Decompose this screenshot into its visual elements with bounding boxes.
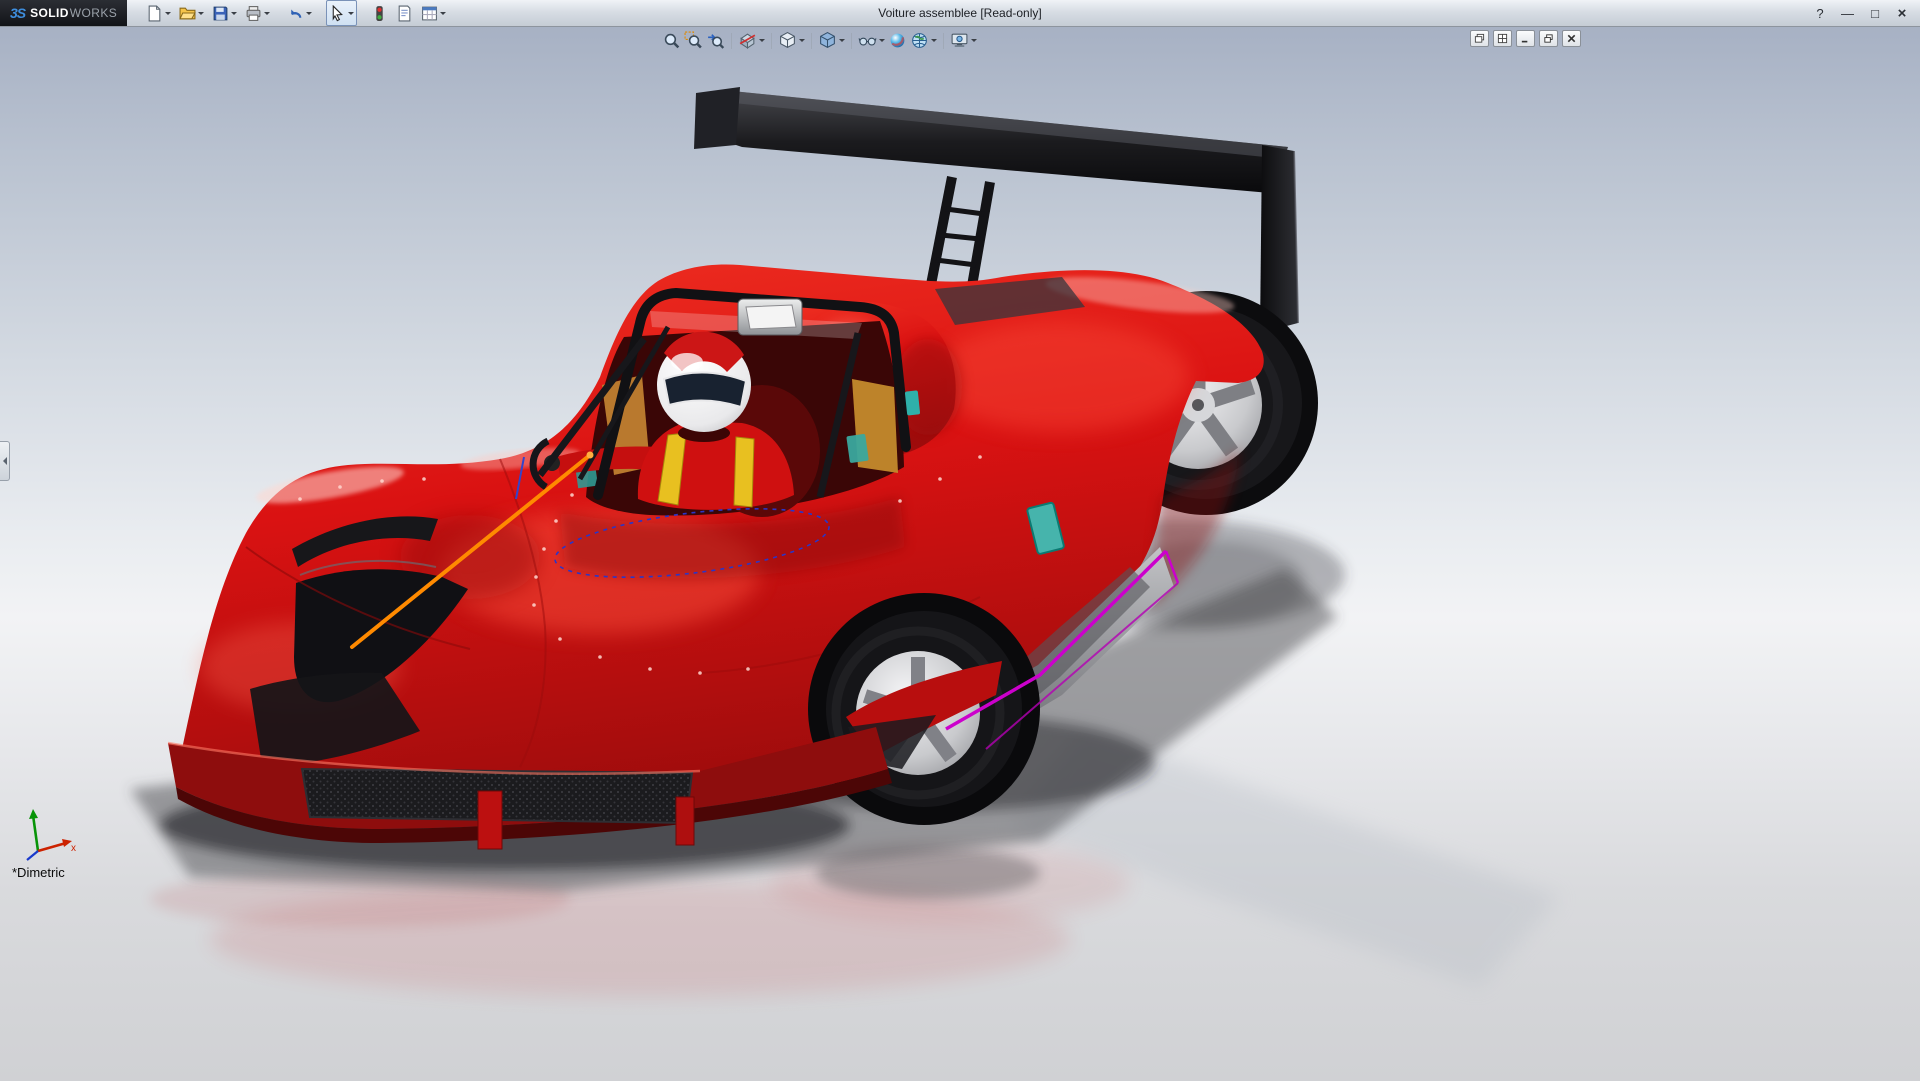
headsup-view-toolbar xyxy=(655,28,984,53)
orientation-triad: x xyxy=(14,801,80,870)
dropdown-arrow-icon[interactable] xyxy=(306,12,312,15)
file-properties-button[interactable] xyxy=(393,0,416,26)
section-view-icon xyxy=(738,31,757,50)
toolbar-separator xyxy=(851,33,852,49)
featuremanager-collapse-tab[interactable] xyxy=(0,441,10,481)
restore-doc-button[interactable] xyxy=(1539,30,1558,47)
restore-doc-icon xyxy=(1543,33,1554,44)
zoom-to-fit-button[interactable] xyxy=(661,30,682,51)
new-document-button[interactable] xyxy=(143,0,174,26)
dropdown-arrow-icon[interactable] xyxy=(198,12,204,15)
dropdown-arrow-icon[interactable] xyxy=(440,12,446,15)
titlebar: 3S SOLID WORKS Voiture assemblee [Read-o… xyxy=(0,0,1920,27)
dropdown-arrow-icon[interactable] xyxy=(971,39,977,42)
toolbar-separator xyxy=(811,33,812,49)
harness-strap xyxy=(734,437,754,507)
rebuild-icon xyxy=(371,5,388,22)
apply-scene-button[interactable] xyxy=(909,30,938,51)
options-icon xyxy=(421,5,438,22)
view-orientation-label: *Dimetric xyxy=(12,865,65,880)
close-icon[interactable]: × xyxy=(1896,5,1908,22)
edit-appearance-button[interactable] xyxy=(887,30,908,51)
minimize-icon[interactable]: — xyxy=(1841,6,1854,21)
triad-x-label: x xyxy=(71,843,76,854)
view-settings-button[interactable] xyxy=(949,30,978,51)
section-view-button[interactable] xyxy=(737,30,766,51)
maximize-icon[interactable]: □ xyxy=(1869,6,1881,21)
save-button[interactable] xyxy=(209,0,240,26)
display-style-icon xyxy=(818,31,837,50)
dropdown-arrow-icon[interactable] xyxy=(759,39,765,42)
previous-view-icon xyxy=(706,31,725,50)
graphics-area[interactable]: x *Dimetric xyxy=(0,27,1920,1081)
tile-button[interactable] xyxy=(1493,30,1512,47)
undo-icon xyxy=(287,5,304,22)
display-style-button[interactable] xyxy=(817,30,846,51)
minimize-doc-button[interactable] xyxy=(1516,30,1535,47)
view-orientation-button[interactable] xyxy=(777,30,806,51)
toolbar-separator xyxy=(731,33,732,49)
select-button[interactable] xyxy=(326,0,357,26)
close-doc-button[interactable] xyxy=(1562,30,1581,47)
options-button[interactable] xyxy=(418,0,449,26)
previous-view-button[interactable] xyxy=(705,30,726,51)
view-settings-icon xyxy=(950,31,969,50)
edit-appearance-icon xyxy=(888,31,907,50)
logo-text-works: WORKS xyxy=(70,6,117,20)
undo-button[interactable] xyxy=(284,0,315,26)
view-orientation-icon xyxy=(778,31,797,50)
toolbar-separator xyxy=(275,13,282,14)
dropdown-arrow-icon[interactable] xyxy=(348,12,354,15)
window-controls: ? — □ × xyxy=(1814,5,1920,22)
tile-icon xyxy=(1497,33,1508,44)
help-icon[interactable]: ? xyxy=(1814,6,1826,21)
dassault-logo-icon: 3S xyxy=(10,5,25,21)
zoom-to-area-icon xyxy=(684,31,703,50)
window-title: Voiture assemblee [Read-only] xyxy=(878,6,1041,20)
rebuild-button[interactable] xyxy=(368,0,391,26)
zoom-to-area-button[interactable] xyxy=(683,30,704,51)
logo-text-solid: SOLID xyxy=(30,6,69,20)
toolbar-separator xyxy=(317,13,324,14)
cascade-icon xyxy=(1474,33,1485,44)
print-icon xyxy=(245,5,262,22)
open-button[interactable] xyxy=(176,0,207,26)
main-toolbar xyxy=(143,0,449,26)
print-button[interactable] xyxy=(242,0,273,26)
close-doc-icon xyxy=(1566,33,1577,44)
dropdown-arrow-icon[interactable] xyxy=(264,12,270,15)
helmet[interactable] xyxy=(657,332,751,432)
open-icon xyxy=(179,5,196,22)
select-icon xyxy=(329,5,346,22)
3d-scene[interactable] xyxy=(0,27,1920,1081)
toolbar-separator xyxy=(943,33,944,49)
dropdown-arrow-icon[interactable] xyxy=(931,39,937,42)
dropdown-arrow-icon[interactable] xyxy=(839,39,845,42)
dropdown-arrow-icon[interactable] xyxy=(165,12,171,15)
solidworks-logo: 3S SOLID WORKS xyxy=(0,0,127,26)
save-icon xyxy=(212,5,229,22)
dropdown-arrow-icon[interactable] xyxy=(799,39,805,42)
toolbar-separator xyxy=(771,33,772,49)
dropdown-arrow-icon[interactable] xyxy=(879,39,885,42)
file-properties-icon xyxy=(396,5,413,22)
apply-scene-icon xyxy=(910,31,929,50)
toolbar-separator xyxy=(359,13,366,14)
mirror-face xyxy=(746,305,796,329)
minimize-doc-icon xyxy=(1520,33,1531,44)
cascade-button[interactable] xyxy=(1470,30,1489,47)
dropdown-arrow-icon[interactable] xyxy=(231,12,237,15)
new-document-icon xyxy=(146,5,163,22)
document-window-controls xyxy=(1470,30,1581,47)
hide-show-items-icon xyxy=(858,31,877,50)
zoom-to-fit-icon xyxy=(662,31,681,50)
hide-show-items-button[interactable] xyxy=(857,30,886,51)
